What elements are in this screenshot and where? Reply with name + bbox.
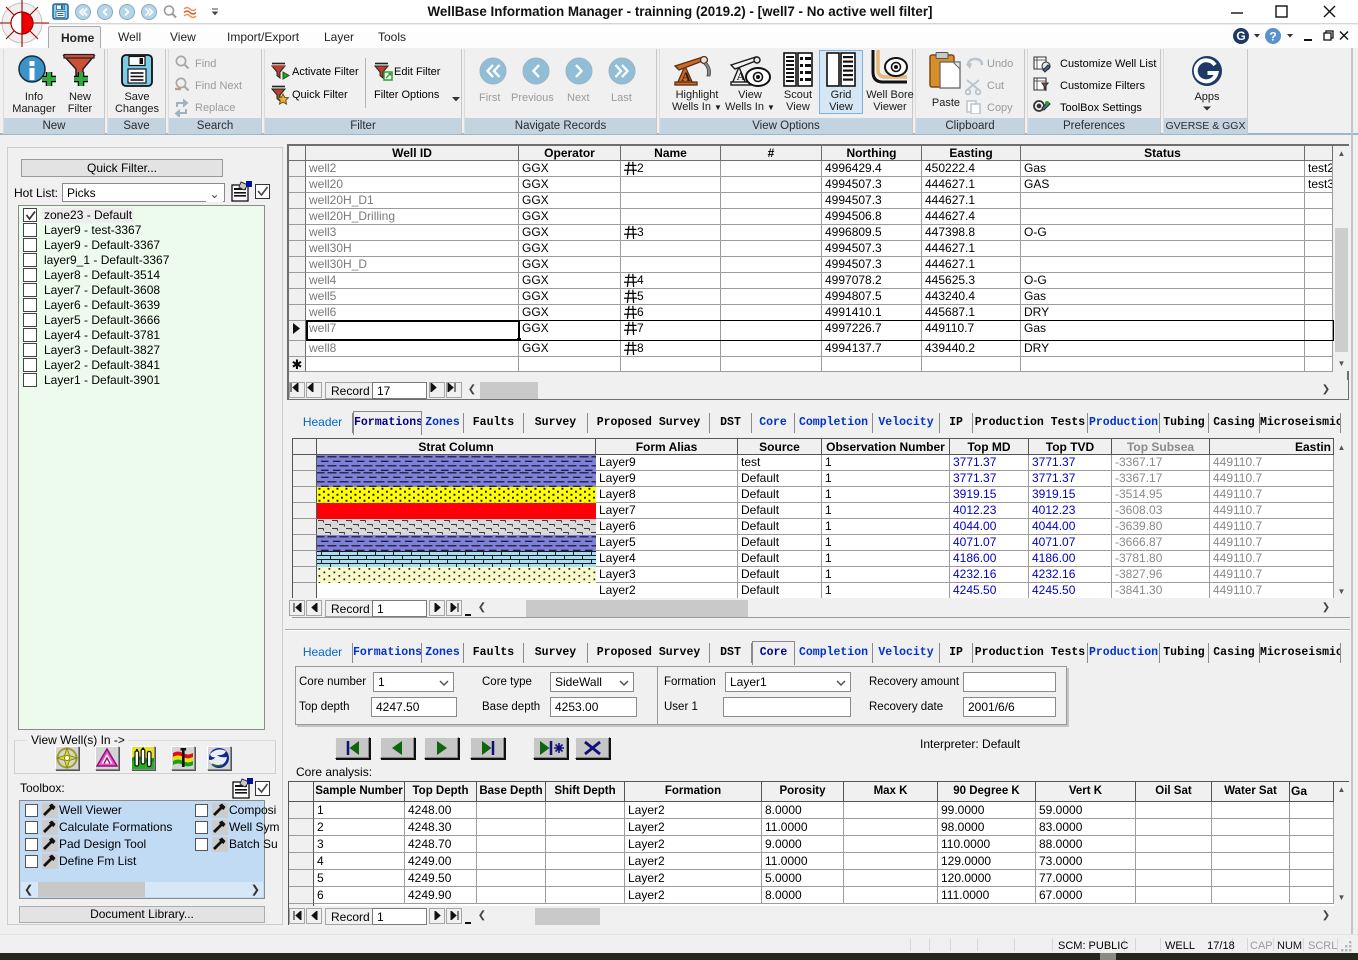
svg-text:A: A [681,69,691,84]
svg-text:A: A [737,69,746,83]
svg-text:G: G [1236,29,1245,43]
svg-text:?: ? [1269,30,1276,44]
